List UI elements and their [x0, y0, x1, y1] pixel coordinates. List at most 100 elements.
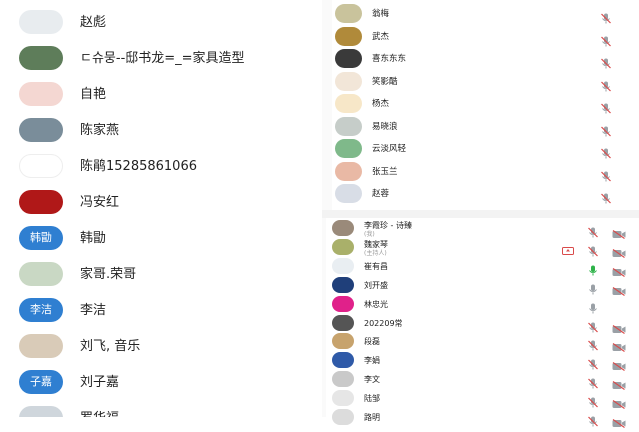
mic-muted-icon[interactable]	[587, 412, 599, 427]
contact-item[interactable]: 刘飞, 音乐	[0, 328, 322, 364]
mic-icon[interactable]	[587, 299, 599, 314]
contact-item[interactable]: ㄷ슈뭉--邸书龙=_=家具造型	[0, 40, 322, 76]
contact-item[interactable]: 李洁 李洁	[0, 292, 322, 328]
contact-avatar	[19, 118, 63, 142]
participant-row[interactable]: 路明	[326, 408, 639, 428]
participant-row[interactable]: 笑影酷	[332, 71, 632, 93]
mic-muted-icon[interactable]	[587, 393, 599, 408]
participant-row[interactable]: 202209常	[326, 314, 639, 334]
contact-item[interactable]: 自艳	[0, 76, 322, 112]
participant-row[interactable]: 杨杰	[332, 93, 632, 115]
participant-row[interactable]: 李文	[326, 370, 639, 391]
participant-row[interactable]: 赵蓉	[332, 183, 632, 205]
camera-off-icon[interactable]	[612, 224, 626, 239]
participant-row[interactable]: 喜东东东	[332, 48, 632, 70]
camera-off-icon[interactable]	[612, 281, 626, 296]
contact-name: 冯安红	[80, 195, 120, 210]
participant-avatar	[332, 238, 354, 255]
participant-avatar	[335, 49, 362, 68]
participant-avatar	[332, 220, 354, 236]
participant-row[interactable]: 云淡风轻	[332, 138, 632, 160]
contact-avatar	[19, 262, 63, 286]
contact-item[interactable]: 陈鹃15285861066	[0, 148, 322, 184]
contact-item[interactable]: 陈家燕	[0, 112, 322, 148]
contact-avatar	[19, 190, 63, 214]
contact-name: 赵彪	[80, 15, 107, 30]
participant-row[interactable]: 崔有昌	[326, 257, 639, 277]
mic-muted-icon[interactable]	[600, 9, 612, 24]
mic-muted-icon[interactable]	[600, 167, 612, 181]
contact-item[interactable]: 家哥.荣哥	[0, 256, 322, 292]
participant-avatar	[335, 184, 362, 203]
mic-muted-icon[interactable]	[600, 77, 612, 91]
mic-muted-icon[interactable]	[587, 318, 599, 332]
participant-avatar	[335, 161, 362, 181]
participant-name: 翁梅	[372, 9, 390, 19]
participant-row[interactable]: 李霞珍 - 诗臻 (我)	[326, 219, 639, 239]
contact-name: 陈家燕	[80, 123, 120, 138]
participant-list-top: 翁梅武杰喜东东东笑影酷 杨杰易晓浪云淡风轻张玉兰 赵蓉	[332, 0, 632, 210]
participant-avatar	[335, 4, 362, 23]
contact-avatar: 李洁	[19, 298, 63, 322]
participant-row[interactable]: 魏家琴 (主持人)	[326, 238, 639, 258]
mic-muted-icon[interactable]	[587, 242, 599, 257]
camera-off-icon[interactable]	[612, 375, 626, 391]
camera-off-icon[interactable]	[612, 243, 626, 258]
screen-share-icon[interactable]	[562, 242, 574, 255]
participant-name: 崔有昌	[364, 261, 388, 271]
contact-name: ㄷ슈뭉--邸书龙=_=家具造型	[80, 51, 245, 66]
camera-off-icon[interactable]	[612, 262, 626, 277]
participant-avatar	[332, 295, 354, 312]
camera-off-icon[interactable]	[612, 413, 626, 428]
mic-muted-icon[interactable]	[600, 122, 612, 136]
participant-list-bottom: 李霞珍 - 诗臻 (我) 魏家琴 (主持人) 崔有昌刘开盛 林忠光 202209常段磊李娟李…	[326, 218, 639, 428]
contact-name: 韩勖	[80, 231, 107, 246]
participant-avatar	[332, 409, 354, 425]
camera-off-icon[interactable]	[612, 356, 626, 372]
participant-avatar	[335, 116, 362, 136]
mic-muted-icon[interactable]	[600, 189, 612, 204]
participant-name: 易晓浪	[372, 121, 398, 132]
participant-row[interactable]: 林忠光	[326, 295, 639, 314]
participant-row[interactable]: 段磊	[326, 332, 639, 353]
contact-item[interactable]: 子嘉 刘子嘉	[0, 364, 322, 400]
contact-item[interactable]: 韩勖 韩勖	[0, 220, 322, 256]
mic-muted-icon[interactable]	[587, 223, 599, 238]
contact-name: 家哥.荣哥	[80, 267, 137, 282]
mic-muted-icon[interactable]	[600, 32, 612, 46]
contact-item[interactable]: 罗华福	[0, 400, 322, 417]
camera-off-icon[interactable]	[612, 394, 626, 410]
contact-name: 刘飞, 音乐	[80, 339, 141, 354]
participant-row[interactable]: 刘开盛	[326, 276, 639, 296]
participant-row[interactable]: 李娟	[326, 351, 639, 372]
contact-avatar	[19, 334, 63, 358]
participant-name: 段磊	[364, 337, 380, 347]
mic-icon[interactable]	[587, 261, 599, 276]
camera-off-icon[interactable]	[612, 319, 626, 334]
section-separator	[322, 210, 639, 218]
participant-avatar	[332, 371, 354, 388]
participant-name: 李娟	[364, 356, 380, 366]
mic-muted-icon[interactable]	[587, 374, 599, 389]
participant-name: 云淡风轻	[372, 144, 407, 154]
participant-avatar	[332, 352, 354, 369]
camera-off-icon[interactable]	[612, 337, 626, 353]
mic-muted-icon[interactable]	[600, 99, 612, 114]
mic-icon[interactable]	[587, 280, 599, 295]
participant-avatar	[332, 314, 354, 331]
mic-muted-icon[interactable]	[600, 54, 612, 69]
mic-muted-icon[interactable]	[600, 144, 612, 159]
participant-name: 喜东东东	[372, 54, 407, 64]
participant-row[interactable]: 陆邹	[326, 389, 639, 410]
participant-row[interactable]: 易晓浪	[332, 116, 632, 138]
mic-muted-icon[interactable]	[587, 355, 599, 370]
participant-row[interactable]: 翁梅	[332, 3, 632, 25]
contact-item[interactable]: 赵彪	[0, 4, 322, 40]
participant-row[interactable]: 武杰	[332, 26, 632, 48]
participant-row[interactable]: 张玉兰	[332, 161, 632, 183]
participant-role: (主持人)	[364, 249, 387, 257]
contact-item[interactable]: 冯安红	[0, 184, 322, 220]
contact-name: 李洁	[80, 303, 107, 318]
mic-muted-icon[interactable]	[587, 336, 599, 351]
contact-avatar	[19, 406, 63, 417]
